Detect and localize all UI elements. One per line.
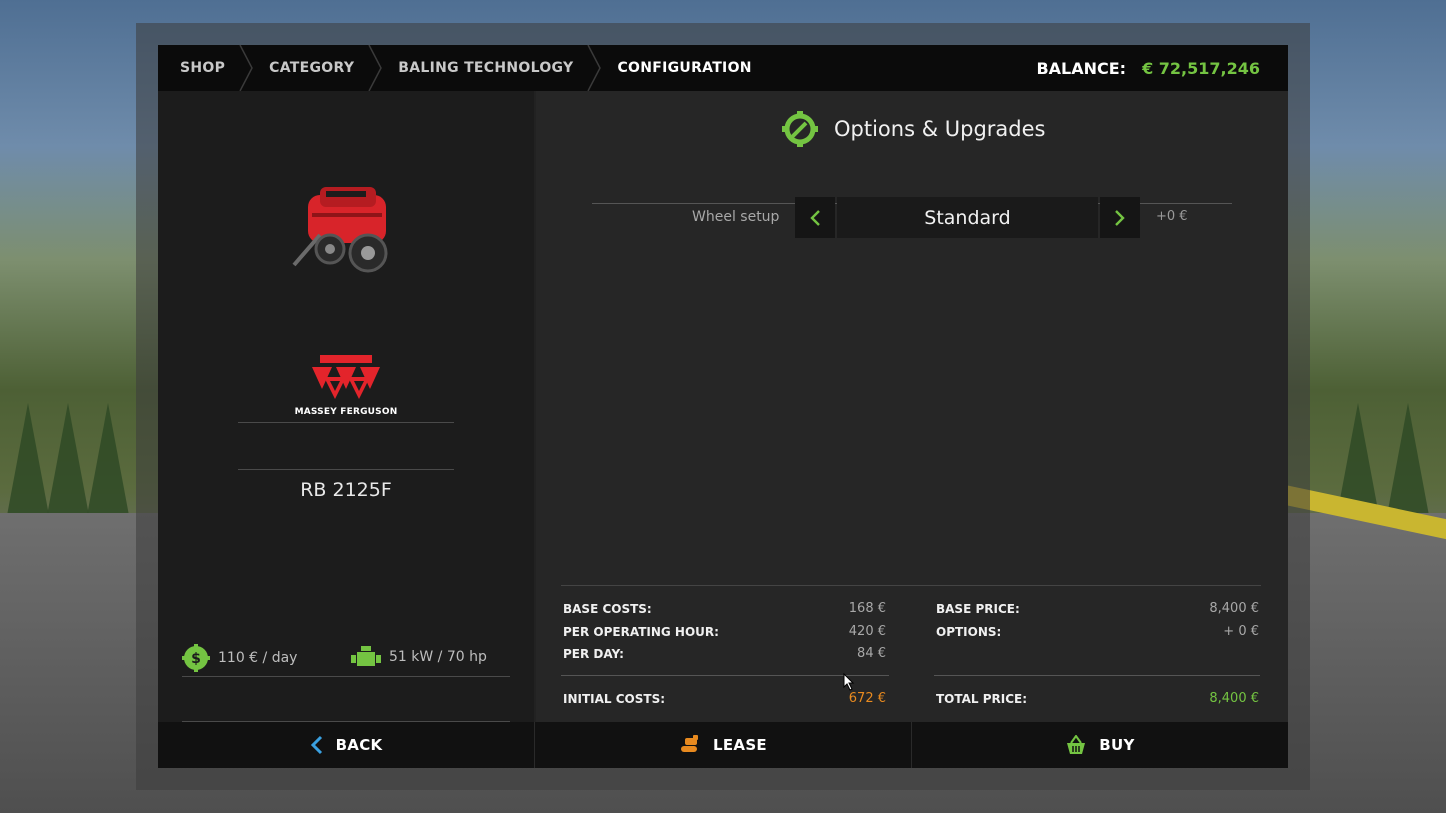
chevron-right-icon	[1115, 209, 1125, 226]
money-gear-icon: $	[182, 644, 210, 672]
lease-button[interactable]: LEASE	[535, 722, 912, 768]
breadcrumb-configuration: CONFIGURATION	[617, 60, 752, 76]
wheel-setup-price: +0 €	[1156, 209, 1188, 224]
shop-config-panel: SHOP CATEGORY BALING TECHNOLOGY CONFIGUR…	[158, 45, 1288, 768]
tree	[1330, 403, 1386, 553]
wheel-setup-next-button[interactable]	[1100, 197, 1140, 238]
tree	[40, 403, 96, 553]
buy-button[interactable]: BUY	[912, 722, 1288, 768]
base-price-value: 8,400 €	[1209, 601, 1259, 616]
lease-hand-icon	[681, 735, 699, 752]
balance-label: BALANCE:	[1036, 58, 1127, 78]
vehicle-model: RB 2125F	[300, 479, 392, 501]
per-day-value: 84 €	[857, 646, 886, 661]
breadcrumb-baling-technology[interactable]: BALING TECHNOLOGY	[376, 45, 602, 91]
wheel-setup-label: Wheel setup	[692, 209, 780, 225]
options-header: Options & Upgrades	[782, 111, 1045, 147]
tree	[1380, 403, 1436, 553]
per-day-label: PER DAY:	[563, 647, 624, 661]
tree	[0, 403, 56, 553]
total-price-label: TOTAL PRICE:	[936, 692, 1028, 706]
initial-costs-label: INITIAL COSTS:	[563, 692, 666, 706]
options-column: Options & Upgrades Wheel setup Standard …	[536, 91, 1288, 722]
massey-ferguson-logo	[312, 355, 380, 399]
per-operating-hour-value: 420 €	[848, 624, 886, 639]
header-bar: SHOP CATEGORY BALING TECHNOLOGY CONFIGUR…	[158, 45, 1288, 91]
options-title: Options & Upgrades	[834, 117, 1046, 141]
mouse-cursor-icon	[843, 673, 855, 691]
breadcrumb-shop[interactable]: SHOP	[158, 45, 254, 91]
brand-name: MASSEY FERGUSON	[294, 407, 398, 417]
back-button[interactable]: BACK	[158, 722, 535, 768]
tree	[80, 403, 136, 553]
chevron-left-icon	[810, 209, 820, 226]
base-costs-label: BASE COSTS:	[563, 602, 652, 616]
initial-costs-value: 672 €	[848, 691, 886, 706]
chevron-left-icon	[310, 735, 322, 755]
divider	[561, 585, 1261, 586]
basket-icon	[1067, 735, 1086, 754]
total-price-value: 8,400 €	[1209, 691, 1259, 706]
divider	[182, 676, 510, 677]
spec-power: 51 kW / 70 hp	[351, 644, 487, 670]
wheel-setup-value: Standard	[837, 197, 1098, 238]
svg-text:$: $	[191, 651, 201, 667]
engine-icon	[351, 646, 381, 666]
base-costs-value: 168 €	[848, 601, 886, 616]
divider	[561, 675, 889, 676]
options-value: + 0 €	[1223, 624, 1259, 639]
balance-value: € 72,517,246	[1142, 58, 1260, 78]
breadcrumb-category[interactable]: CATEGORY	[247, 45, 383, 91]
vehicle-info-column: MASSEY FERGUSON RB 2125F $ 110 € / day 5…	[158, 91, 534, 722]
options-label: OPTIONS:	[936, 625, 1002, 639]
divider	[238, 469, 454, 470]
wrench-gear-icon	[782, 111, 818, 147]
wheel-setup-prev-button[interactable]	[795, 197, 835, 238]
baler-image	[292, 187, 388, 273]
divider	[934, 675, 1260, 676]
balance-display: BALANCE: € 72,517,246	[1036, 45, 1260, 91]
spec-daily-cost: $ 110 € / day	[182, 644, 297, 672]
per-operating-hour-label: PER OPERATING HOUR:	[563, 625, 719, 639]
wheel-setup-selector: Standard	[795, 197, 1140, 238]
base-price-label: BASE PRICE:	[936, 602, 1020, 616]
footer-bar: BACK LEASE BUY	[158, 722, 1288, 768]
divider	[238, 422, 454, 423]
